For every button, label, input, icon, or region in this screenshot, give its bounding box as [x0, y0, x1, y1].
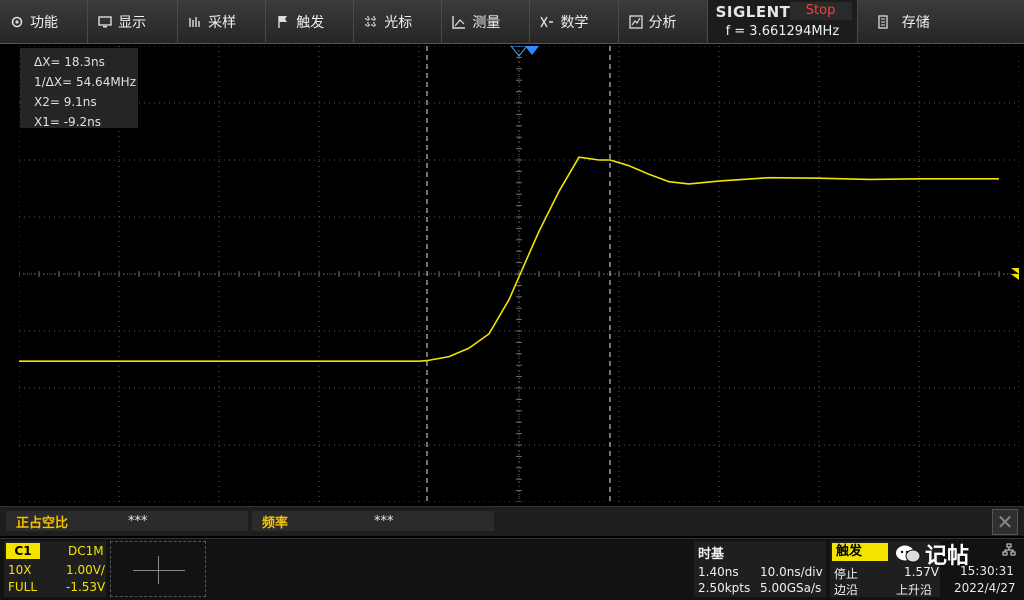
measurement-frequency[interactable]: 频率 *** [252, 511, 494, 531]
clock-date: 2022/4/27 [954, 581, 1016, 595]
channel1-offset: -1.53V [66, 580, 106, 594]
trigger-slope: 上升沿 [896, 583, 933, 597]
channel1-scale: 1.00V/ [66, 563, 105, 577]
close-icon: ✕ [996, 510, 1014, 534]
menu-item-analysis[interactable]: 分析 [619, 0, 708, 44]
menu-item-cursor[interactable]: 光标 [354, 0, 443, 44]
menu-item-save[interactable]: 存储 [858, 0, 1024, 44]
menu-item-function[interactable]: 功能 [0, 0, 89, 44]
status-bar: C1 DC1M 10X 1.00V/ FULL -1.53V 时基 1.40ns… [0, 538, 1024, 600]
trigger-type: 边沿 [834, 583, 859, 597]
acquire-icon [188, 15, 202, 29]
measurement-positive-duty[interactable]: 正占空比 *** [6, 511, 248, 531]
timebase-memory: 2.50kpts [698, 581, 751, 595]
menu-item-trigger[interactable]: 触发 [266, 0, 355, 44]
measurement-bar: 正占空比 *** 频率 *** ✕ [0, 506, 1024, 536]
gear-icon [10, 15, 24, 29]
channel1-bandwidth: FULL [8, 580, 38, 594]
menu-label: 测量 [472, 15, 501, 31]
menu-label: 光标 [384, 15, 413, 31]
menu-item-measure[interactable]: 测量 [442, 0, 531, 44]
channel1-tag: C1 [6, 543, 40, 559]
analysis-icon [628, 15, 643, 29]
menu-item-math[interactable]: 数学 [530, 0, 619, 44]
run-state-badge[interactable]: Stop [789, 2, 852, 20]
watermark-text: 记帖 [925, 544, 970, 569]
math-icon [540, 15, 554, 29]
cursor-x2: X2= 9.1ns [34, 95, 97, 109]
add-channel-slot[interactable] [110, 541, 206, 597]
waveform-grid[interactable] [19, 46, 1019, 502]
plus-icon [133, 570, 185, 571]
timebase-scale: 10.0ns/div [760, 565, 823, 579]
menu-item-display[interactable]: 显示 [88, 0, 179, 44]
menu-label: 采样 [208, 15, 237, 31]
measurement-label: 正占空比 [16, 515, 69, 531]
timebase-title: 时基 [698, 547, 725, 562]
menu-label: 数学 [560, 15, 589, 31]
measurement-label: 频率 [262, 515, 289, 531]
brand-block: SIGLENT Stop f = 3.661294MHz [707, 0, 858, 43]
frequency-counter: f = 3.661294MHz [725, 24, 840, 39]
channel1-coupling: DC1M [68, 544, 104, 558]
siglent-logo: SIGLENT [715, 3, 791, 21]
channel1-settings[interactable]: C1 DC1M 10X 1.00V/ FULL -1.53V [4, 541, 106, 597]
waveform-display[interactable] [19, 46, 1019, 502]
document-icon [876, 15, 890, 29]
cursor-delta-x: ΔX= 18.3ns [34, 55, 105, 69]
close-measurements-button[interactable]: ✕ [992, 509, 1018, 535]
network-icon [1002, 543, 1016, 556]
menu-label: 存储 [901, 15, 930, 31]
trigger-title: 触发 [832, 543, 888, 561]
measurement-value: *** [128, 513, 148, 529]
menu-item-acquire[interactable]: 采样 [178, 0, 267, 44]
watermark: 记帖 [895, 538, 969, 570]
chat-bubble-icon [896, 545, 921, 563]
cursor-icon [364, 15, 378, 29]
menu-label: 触发 [296, 15, 325, 31]
timebase-delay: 1.40ns [698, 565, 739, 579]
trigger-state: 停止 [834, 567, 859, 581]
menu-label: 功能 [30, 15, 58, 31]
menu-label: 显示 [118, 15, 147, 31]
cursor-inverse-delta-x: 1/ΔX= 54.64MHz [34, 75, 137, 89]
timebase-settings[interactable]: 时基 1.40ns 10.0ns/div 2.50kpts 5.00GSa/s [694, 541, 826, 597]
trigger-level-marker [1011, 268, 1019, 280]
flag-icon [276, 15, 290, 29]
menu-bar: 功能 显示 采样 触发 光标 测量 数学 分析 SIGLENT Stop f =… [0, 0, 1024, 44]
menu-label: 分析 [648, 15, 677, 31]
cursor-readout-panel: ΔX= 18.3ns 1/ΔX= 54.64MHz X2= 9.1ns X1= … [20, 48, 138, 129]
measurement-value: *** [374, 513, 394, 529]
channel1-probe: 10X [8, 563, 32, 577]
cursor-x1: X1= -9.2ns [34, 115, 101, 129]
display-icon [98, 15, 112, 29]
timebase-sample-rate: 5.00GSa/s [760, 581, 822, 595]
trigger-delay-marker [525, 46, 539, 55]
measure-icon [452, 15, 466, 29]
